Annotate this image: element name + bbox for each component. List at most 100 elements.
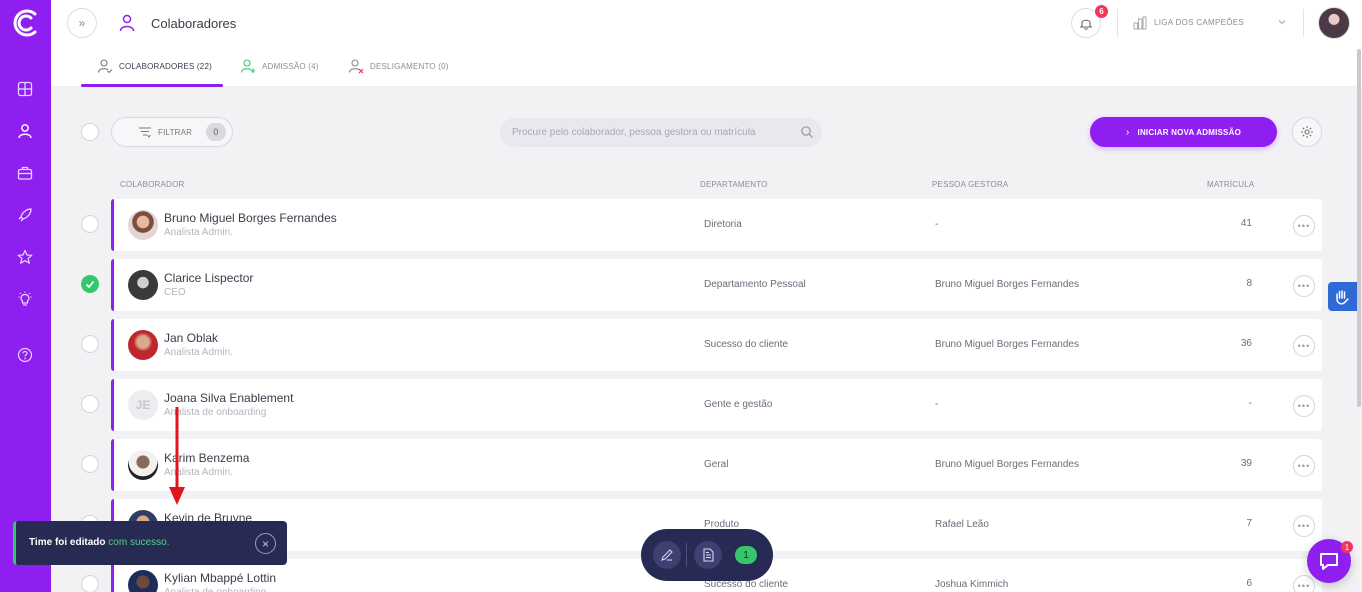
toast-message: Time foi editado com sucesso. [29,537,169,548]
scrollbar-thumb[interactable] [1357,49,1361,407]
employee-name[interactable]: Joana Silva Enablement [164,391,293,405]
employee-name[interactable]: Kylian Mbappé Lottin [164,571,276,585]
filter-button[interactable]: FILTRAR 0 [111,117,233,147]
document-icon [703,548,714,562]
more-options-button[interactable]: ••• [1293,395,1315,417]
notification-count-badge: 6 [1095,5,1108,18]
bell-icon [1079,19,1093,30]
top-bar: » Colaboradores 6 LIGA DOS CAMPEÕES [51,0,1362,46]
ellipsis-icon: ••• [1297,341,1311,351]
edit-selected-button[interactable] [653,541,681,569]
people-icon[interactable] [15,121,35,141]
search-input[interactable] [500,118,822,147]
ellipsis-icon: ••• [1297,281,1311,291]
building-icon [1133,16,1147,30]
gear-icon [1301,126,1313,138]
star-icon[interactable] [15,247,35,267]
employee-registration: 39 [1240,458,1252,469]
accessibility-button[interactable] [1328,282,1357,311]
tab-colaboradores[interactable]: COLABORADORES (22) [81,46,223,87]
tab-admissao[interactable]: ADMISSÃO (4) [240,46,319,86]
row-checkbox-checked[interactable] [81,275,99,293]
employee-name[interactable]: Bruno Miguel Borges Fernandes [164,211,337,225]
help-icon[interactable] [15,345,35,365]
more-options-button[interactable]: ••• [1293,455,1315,477]
more-options-button[interactable]: ••• [1293,575,1315,592]
table-row[interactable]: Jan Oblak Analista Admin. Sucesso do cli… [111,319,1322,371]
start-admission-button[interactable]: › INICIAR NOVA ADMISSÃO [1090,117,1277,147]
row-checkbox[interactable] [81,575,99,592]
divider [1303,9,1304,37]
row-checkbox[interactable] [81,395,99,413]
bulk-action-bar: 1 [641,529,773,581]
table-row[interactable]: Bruno Miguel Borges Fernandes Analista A… [111,199,1322,251]
column-header-pessoa-gestora[interactable]: PESSOA GESTORA [932,180,1008,189]
tab-desligamento[interactable]: DESLIGAMENTO (0) [348,46,449,86]
search-icon[interactable] [800,125,814,139]
pen-icon [661,549,673,561]
tab-label: DESLIGAMENTO (0) [370,61,449,71]
ellipsis-icon: ••• [1297,581,1311,591]
employee-role: Analista Admin. [164,347,233,358]
chevron-right-icon: › [1126,126,1130,138]
settings-button[interactable] [1292,117,1322,147]
tab-label: ADMISSÃO (4) [262,61,319,71]
avatar [128,210,158,240]
expand-sidebar-button[interactable]: » [67,8,97,38]
employee-name[interactable]: Clarice Lispector [164,271,253,285]
sidebar [0,0,51,592]
page-title: Colaboradores [151,16,237,31]
column-header-departamento[interactable]: DEPARTAMENTO [700,180,768,189]
column-header-matricula[interactable]: MATRÍCULA [1207,180,1254,189]
rocket-icon[interactable] [15,205,35,225]
person-add-icon [240,59,256,73]
select-all-checkbox[interactable] [81,123,99,141]
filter-label: FILTRAR [158,127,193,137]
employee-registration: 7 [1246,518,1252,529]
red-arrow-annotation [169,407,185,505]
employee-department: Sucesso do cliente [704,339,788,350]
success-toast: Time foi editado com sucesso. × [13,521,287,565]
employee-registration: 41 [1240,218,1252,229]
ellipsis-icon: ••• [1297,401,1311,411]
table-row[interactable]: JE Joana Silva Enablement Analista de on… [111,379,1322,431]
ellipsis-icon: ••• [1297,221,1311,231]
dashboard-icon[interactable] [15,79,35,99]
divider [1117,9,1118,37]
document-selected-button[interactable] [694,541,722,569]
briefcase-icon[interactable] [15,163,35,183]
employee-department: Diretoria [704,219,742,230]
employee-registration: 36 [1240,338,1252,349]
row-checkbox[interactable] [81,335,99,353]
chevron-down-icon[interactable] [1277,17,1287,27]
tab-bar: COLABORADORES (22) ADMISSÃO (4) DESLIGAM… [51,46,1362,87]
row-checkbox[interactable] [81,455,99,473]
column-header-colaborador[interactable]: COLABORADOR [120,180,184,189]
tab-label: COLABORADORES (22) [119,61,212,71]
table-row[interactable]: Clarice Lispector CEO Departamento Pesso… [111,259,1322,311]
person-icon [119,14,135,32]
more-options-button[interactable]: ••• [1293,215,1315,237]
filter-icon [139,127,151,138]
employee-manager: - [935,219,939,230]
more-options-button[interactable]: ••• [1293,335,1315,357]
company-selector[interactable]: LIGA DOS CAMPEÕES [1154,18,1244,27]
ellipsis-icon: ••• [1297,521,1311,531]
employee-manager: Bruno Miguel Borges Fernandes [935,279,1079,290]
company-logo[interactable] [11,8,39,38]
employee-manager: - [935,399,939,410]
close-toast-button[interactable]: × [255,533,276,554]
start-admission-label: INICIAR NOVA ADMISSÃO [1137,127,1241,137]
employee-name[interactable]: Jan Oblak [164,331,218,345]
more-options-button[interactable]: ••• [1293,515,1315,537]
employee-registration: - [1248,398,1252,409]
row-checkbox[interactable] [81,215,99,233]
avatar [128,330,158,360]
avatar-initials: JE [128,390,158,420]
user-avatar[interactable] [1318,7,1350,39]
table-row[interactable]: Karim Benzema Analista Admin. Geral Brun… [111,439,1322,491]
lightbulb-icon[interactable] [15,289,35,309]
more-options-button[interactable]: ••• [1293,275,1315,297]
people-check-icon [97,59,113,74]
avatar [128,270,158,300]
